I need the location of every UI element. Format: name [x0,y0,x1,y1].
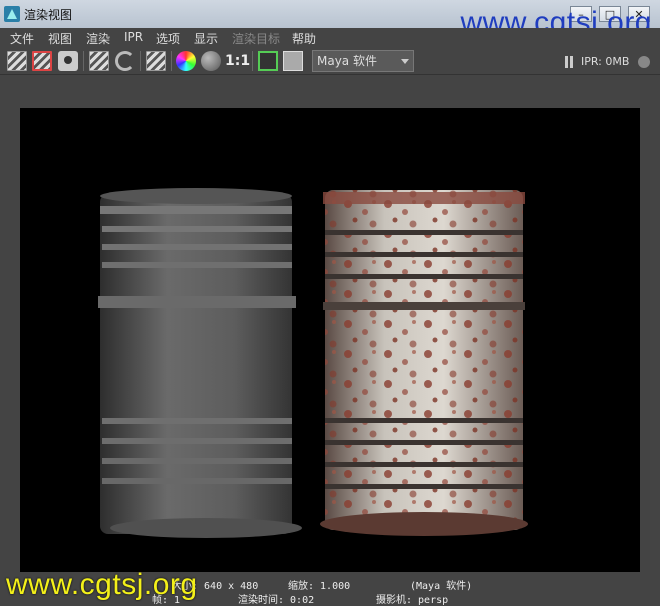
toolbar-separator [252,51,253,71]
render-image[interactable] [20,108,640,572]
grey-barrel [98,188,302,538]
status-render-time: 渲染时间: 0:02 [238,595,315,606]
frame-image-icon[interactable] [258,51,278,71]
snapshot-icon[interactable] [58,51,78,71]
rusted-barrel [320,190,528,536]
redo-render-icon[interactable] [7,51,27,71]
menu-help[interactable]: 帮助 [292,30,316,47]
real-size-button[interactable]: 1:1 [225,51,250,71]
ipr-status-indicator [638,56,650,68]
menu-bar: 文件 视图 渲染 IPR 选项 显示 渲染目标 帮助 [0,28,660,48]
menu-display[interactable]: 显示 [194,30,218,47]
menu-file[interactable]: 文件 [10,30,34,47]
render-settings-icon[interactable] [146,51,166,71]
alpha-channel-icon[interactable] [201,51,221,71]
ipr-render-icon[interactable] [89,51,109,71]
window-title: 渲染视图 [24,8,73,22]
toolbar-separator [83,51,84,71]
rgb-channels-icon[interactable] [176,51,196,71]
status-renderer: (Maya 软件) [410,581,473,592]
watermark-bottom: www.cgtsj.org [6,568,198,601]
ipr-memory-label: IPR: 0MB [581,55,630,68]
menu-view[interactable]: 视图 [48,30,72,47]
render-region-icon[interactable] [32,51,52,71]
pause-icon[interactable] [564,56,574,68]
menu-options[interactable]: 选项 [156,30,180,47]
rendered-barrels-image [98,188,528,538]
status-zoom: 缩放: 1.000 [288,581,351,592]
refresh-icon[interactable] [115,51,135,71]
renderer-dropdown-value: Maya 软件 [317,54,377,68]
menu-render[interactable]: 渲染 [86,30,110,47]
status-camera: 摄影机: persp [376,595,449,606]
menu-ipr[interactable]: IPR [124,30,143,44]
keep-image-icon[interactable] [283,51,303,71]
renderer-dropdown[interactable]: Maya 软件 [312,50,414,72]
toolbar-separator [171,51,172,71]
menu-render-target: 渲染目标 [232,32,281,46]
maya-app-icon [4,6,20,22]
toolbar-separator [140,51,141,71]
chevron-down-icon [401,59,409,64]
